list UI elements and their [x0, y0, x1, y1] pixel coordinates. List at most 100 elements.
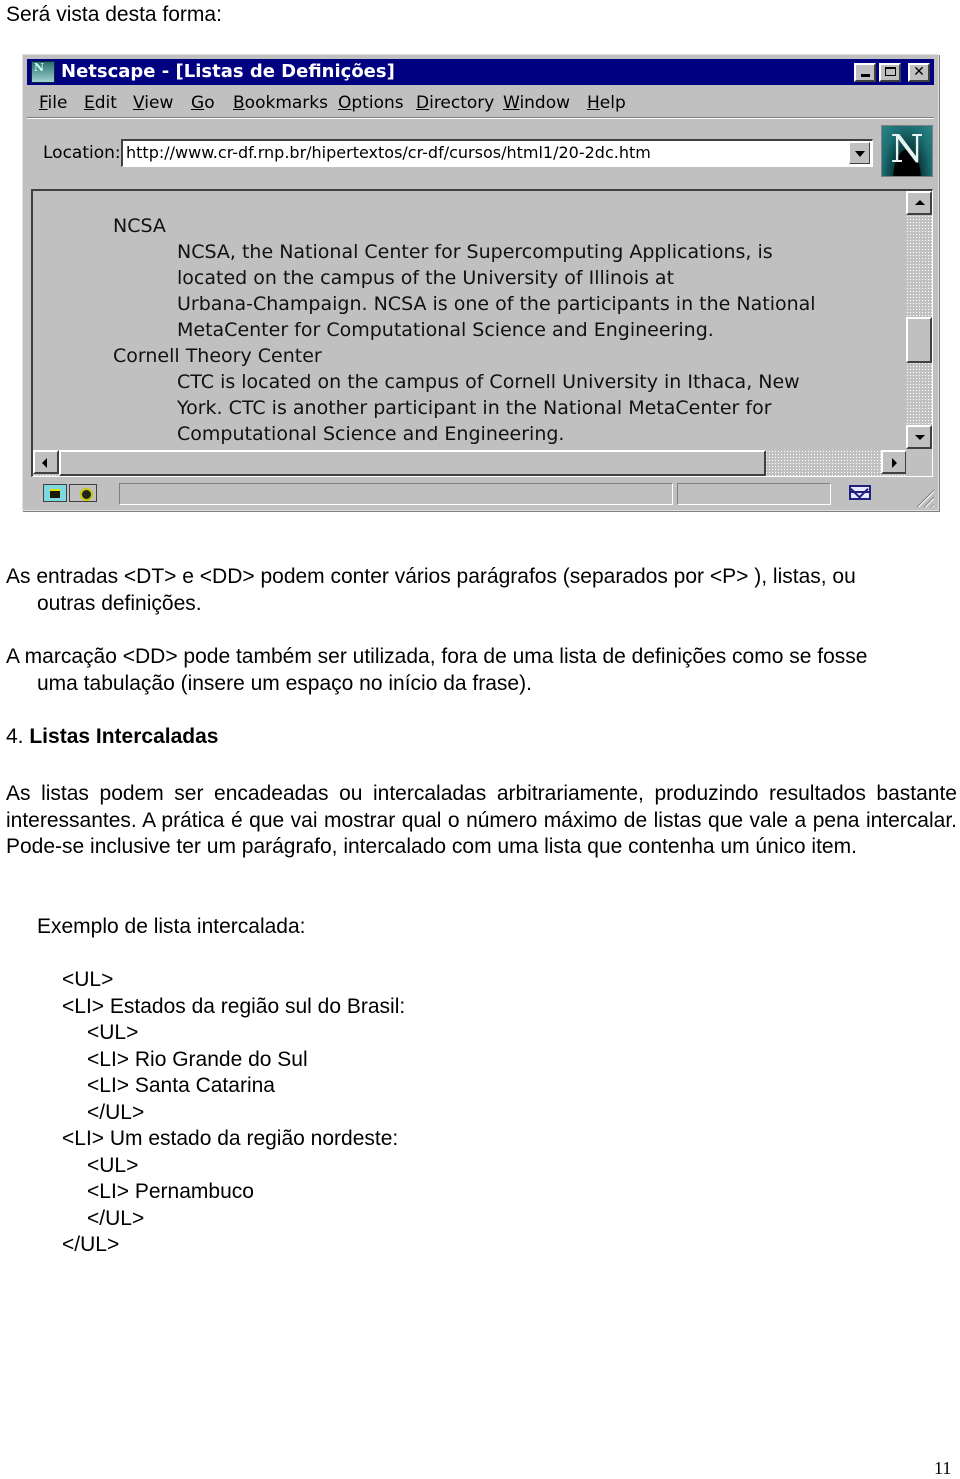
close-button[interactable]: ✕ — [908, 63, 930, 82]
section-title: Listas Intercaladas — [29, 725, 219, 748]
arrow-left-icon — [42, 458, 47, 468]
menu-mnemonic: W — [503, 93, 520, 113]
paragraph-2-line-2: uma tabulação (insere um espaço no iníci… — [37, 672, 532, 695]
netscape-window: N Netscape - [Listas de Definições] ✕ Fi… — [22, 54, 939, 511]
maximize-icon — [884, 67, 896, 76]
vertical-scroll-thumb[interactable] — [906, 316, 932, 363]
description-line: CTC is located on the campus of Cornell … — [177, 371, 800, 393]
key-icon — [43, 484, 67, 502]
status-message-field — [119, 483, 673, 505]
menu-view[interactable]: View — [133, 89, 173, 117]
example-label: Exemplo de lista intercalada: — [37, 915, 306, 938]
scroll-left-button[interactable] — [33, 450, 59, 474]
code-line: <UL> — [87, 1153, 139, 1177]
resize-grip-icon[interactable] — [916, 489, 934, 507]
netscape-throbber-logo[interactable]: N — [881, 125, 933, 177]
menu-label: dit — [94, 93, 117, 113]
security-key-icon[interactable] — [43, 484, 99, 502]
lock-icon — [69, 484, 97, 502]
menu-label: irectory — [429, 93, 495, 113]
menu-mnemonic: V — [133, 93, 145, 113]
location-input[interactable]: http://www.cr-df.rnp.br/hipertextos/cr-d… — [121, 139, 873, 167]
section-heading: 4. Listas Intercaladas — [6, 724, 218, 751]
paragraph-1-line-2: outras definições. — [37, 592, 202, 615]
menu-file[interactable]: File — [39, 89, 67, 117]
section-number: 4. — [6, 725, 24, 748]
page-number: 11 — [934, 1458, 952, 1478]
scroll-down-button[interactable] — [906, 425, 932, 449]
location-label: Location: — [43, 143, 121, 163]
menu-label: indow — [519, 93, 571, 113]
code-line: <LI> Estados da região sul do Brasil: — [62, 994, 406, 1018]
location-dropdown-button[interactable] — [849, 142, 870, 164]
menu-label: ile — [47, 93, 68, 113]
code-line: </UL> — [87, 1206, 145, 1230]
netscape-app-icon: N — [31, 61, 55, 83]
menu-mnemonic: B — [233, 93, 245, 113]
definition-description: CTC is located on the campus of Cornell … — [113, 369, 816, 447]
paragraph-1-line-1: As entradas <DT> e <DD> podem conter vár… — [6, 565, 856, 588]
menu-label: iew — [144, 93, 174, 113]
menu-go[interactable]: Go — [191, 89, 215, 117]
code-line: <UL> — [87, 1021, 139, 1044]
code-line: <LI> Um estado da região nordeste: — [62, 1127, 399, 1150]
minimize-icon — [860, 74, 870, 77]
intro-text: Será vista desta forma: — [6, 3, 222, 26]
status-bar — [27, 479, 934, 507]
menu-label: ptions — [351, 93, 404, 113]
mail-envelope-icon[interactable] — [849, 485, 871, 500]
menu-mnemonic: E — [84, 93, 95, 113]
menu-label: elp — [599, 93, 626, 113]
description-line: York. CTC is another participant in the … — [177, 397, 772, 419]
title-bar: N Netscape - [Listas de Definições] ✕ — [27, 59, 934, 85]
menu-bookmarks[interactable]: Bookmarks — [233, 89, 328, 117]
paragraph-3: As listas podem ser encadeadas ou interc… — [6, 782, 957, 858]
code-line: <LI> Rio Grande do Sul — [87, 1047, 308, 1071]
horizontal-scrollbar[interactable] — [33, 450, 907, 476]
close-icon: ✕ — [913, 64, 925, 80]
progress-field — [677, 483, 831, 505]
description-line: Urbana-Champaign. NCSA is one of the par… — [177, 293, 816, 315]
code-line: </UL> — [87, 1100, 145, 1124]
envelope-flap — [851, 487, 869, 498]
menu-mnemonic: F — [39, 93, 48, 113]
arrow-right-icon — [892, 458, 897, 468]
description-line: located on the campus of the University … — [177, 267, 675, 289]
code-line: <UL> — [62, 968, 114, 991]
menu-label: ookmarks — [244, 93, 328, 113]
menu-directory[interactable]: Directory — [416, 89, 494, 117]
menu-options[interactable]: Options — [338, 89, 404, 117]
menu-mnemonic: G — [191, 93, 205, 113]
code-line: <LI> Santa Catarina — [87, 1074, 275, 1097]
description-line: Computational Science and Engineering. — [177, 423, 565, 445]
paragraph-2-line-1: A marcação <DD> pode também ser utilizad… — [6, 645, 868, 668]
menu-mnemonic: D — [416, 93, 430, 113]
menu-bar: File Edit View Go Bookmarks Options Dire… — [27, 89, 934, 118]
dropdown-arrow-icon — [855, 151, 865, 157]
menu-edit[interactable]: Edit — [84, 89, 117, 117]
menu-help[interactable]: Help — [587, 89, 626, 117]
page-content-area: NCSA NCSA, the National Center for Super… — [31, 189, 933, 477]
scrollbar-corner — [906, 450, 932, 476]
maximize-button[interactable] — [879, 63, 901, 82]
window-title: Netscape - [Listas de Definições] — [61, 61, 395, 82]
scroll-right-button[interactable] — [881, 450, 907, 474]
menu-window[interactable]: Window — [503, 89, 570, 117]
horizontal-scroll-thumb[interactable] — [59, 450, 766, 476]
code-line: </UL> — [62, 1233, 120, 1256]
location-url: http://www.cr-df.rnp.br/hipertextos/cr-d… — [126, 143, 651, 162]
description-line: MetaCenter for Computational Science and… — [177, 319, 714, 341]
arrow-down-icon — [915, 435, 925, 440]
minimize-button[interactable] — [854, 63, 876, 82]
definition-description: NCSA, the National Center for Supercompu… — [113, 239, 816, 343]
code-line: <LI> Pernambuco — [87, 1180, 254, 1203]
definition-list: NCSA NCSA, the National Center for Super… — [113, 213, 816, 447]
scroll-up-button[interactable] — [906, 191, 932, 215]
definition-term: Cornell Theory Center — [113, 345, 322, 367]
arrow-up-icon — [915, 200, 925, 205]
menu-mnemonic: O — [338, 93, 352, 113]
vertical-scrollbar[interactable] — [906, 191, 932, 449]
menu-label: o — [204, 93, 215, 113]
description-line: NCSA, the National Center for Supercompu… — [177, 241, 773, 263]
definition-term: NCSA — [113, 215, 166, 237]
